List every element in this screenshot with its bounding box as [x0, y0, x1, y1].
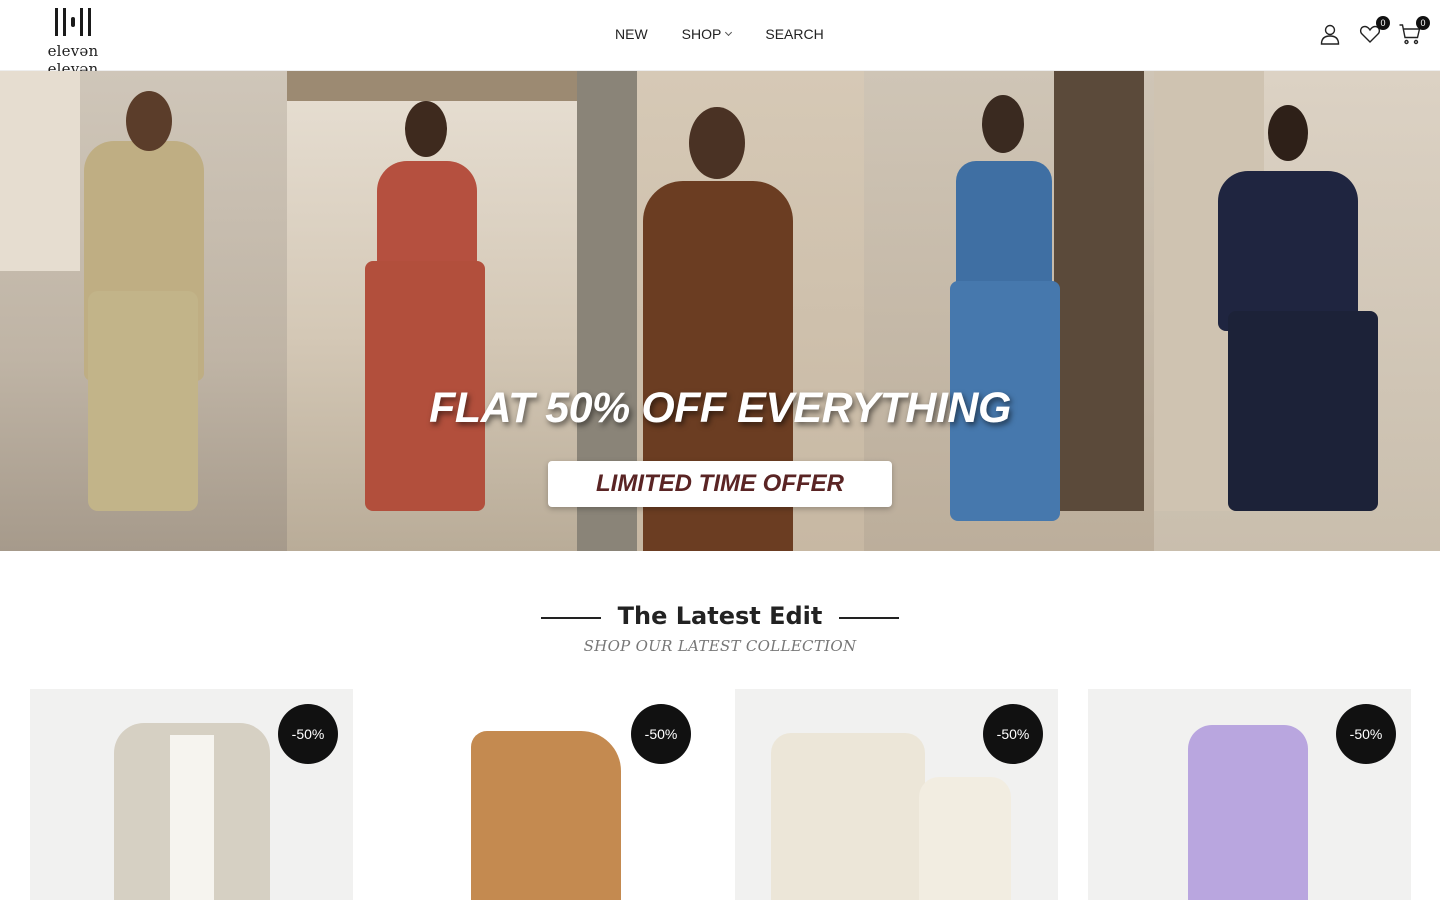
nav-item-label: SEARCH: [765, 26, 824, 42]
chevron-down-icon: [725, 28, 733, 37]
product-card[interactable]: -50%: [30, 689, 353, 900]
discount-badge: -50%: [631, 704, 691, 764]
site-header: elevǝn elevǝn NEW SHOP SEARCH 0 0: [0, 0, 1440, 78]
cart-count-badge: 0: [1416, 16, 1430, 30]
section-subtitle: SHOP OUR LATEST COLLECTION: [583, 637, 857, 655]
section-heading: The Latest Edit: [0, 602, 1440, 630]
wishlist-button[interactable]: 0: [1358, 16, 1390, 46]
section-title: The Latest Edit: [617, 602, 823, 630]
hero-headline: FLAT 50% OFF EVERYTHING: [429, 384, 1011, 432]
product-card[interactable]: -50%: [1088, 689, 1411, 900]
header-icons: 0 0: [1318, 16, 1430, 46]
account-button[interactable]: [1318, 22, 1342, 46]
nav-item-label: SHOP: [681, 26, 722, 42]
wishlist-count-badge: 0: [1376, 16, 1390, 30]
product-image: [771, 733, 925, 900]
nav-item-search[interactable]: SEARCH: [765, 26, 823, 42]
discount-badge: -50%: [983, 704, 1043, 764]
main-nav: NEW SHOP SEARCH: [615, 26, 824, 42]
limited-offer-button[interactable]: LIMITED TIME OFFER: [548, 461, 892, 507]
user-icon: [1320, 24, 1340, 45]
divider: [541, 617, 601, 619]
product-image: [1188, 725, 1308, 900]
discount-badge: -50%: [278, 704, 338, 764]
hero-photo: [0, 71, 287, 551]
product-image: [471, 731, 621, 900]
product-card[interactable]: -50%: [383, 689, 706, 900]
discount-badge: -50%: [1336, 704, 1396, 764]
nav-item-shop[interactable]: SHOP: [681, 26, 733, 42]
brand-logo[interactable]: elevǝn elevǝn: [24, 6, 122, 78]
divider: [839, 617, 899, 619]
cart-button[interactable]: 0: [1398, 16, 1430, 46]
hero-photo: [1154, 71, 1440, 551]
nav-item-label: NEW: [615, 26, 648, 42]
product-image-detail: [170, 735, 214, 900]
hero-banner[interactable]: FLAT 50% OFF EVERYTHING LIMITED TIME OFF…: [0, 71, 1440, 551]
nav-item-new[interactable]: NEW: [615, 26, 648, 42]
product-card[interactable]: -50%: [735, 689, 1058, 900]
logo-mark-icon: [24, 6, 122, 38]
hero-photo: [287, 71, 577, 551]
hero-photo: [864, 71, 1154, 551]
product-image-detail: [919, 777, 1011, 900]
